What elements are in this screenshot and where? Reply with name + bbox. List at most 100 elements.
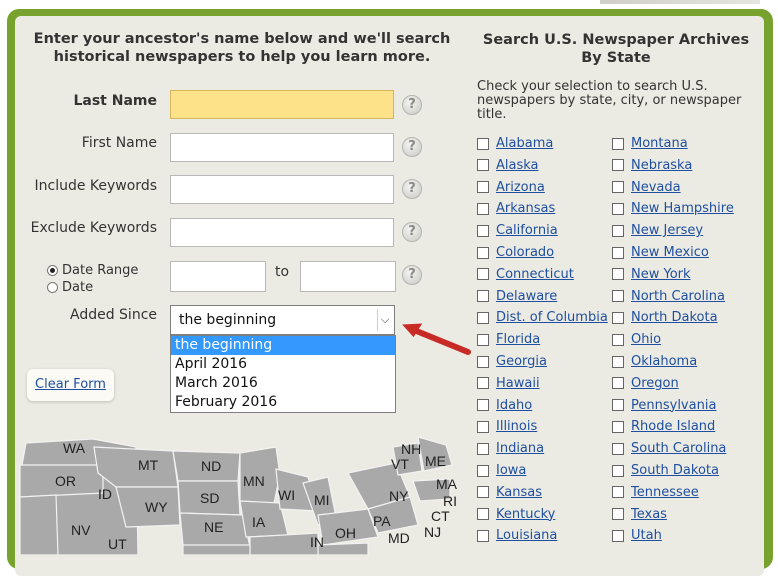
state-option[interactable]: Louisiana [477,528,557,543]
state-checkbox[interactable] [477,246,489,259]
state-checkbox[interactable] [477,464,489,477]
chevron-down-icon[interactable]: ⌵ [377,309,392,331]
state-option[interactable]: Rhode Island [612,419,715,434]
state-option[interactable]: Georgia [477,354,547,369]
state-checkbox[interactable] [612,137,624,150]
state-checkbox[interactable] [477,290,489,303]
state-option[interactable]: Pennsylvania [612,398,716,413]
date-range-radio[interactable] [47,265,58,276]
state-option[interactable]: Nebraska [612,158,692,173]
state-checkbox[interactable] [477,181,489,194]
state-link[interactable]: New York [631,267,691,282]
state-option[interactable]: Montana [612,136,688,151]
date-help-icon[interactable]: ? [402,265,422,285]
date-radio[interactable] [47,282,58,293]
state-option[interactable]: Arkansas [477,201,555,216]
state-checkbox[interactable] [612,202,624,215]
state-checkbox[interactable] [477,268,489,281]
state-link[interactable]: Alaska [496,158,539,173]
state-checkbox[interactable] [612,224,624,237]
state-link[interactable]: South Carolina [631,441,726,456]
exclude-keywords-help-icon[interactable]: ? [402,222,422,242]
date-range-option[interactable]: Date Range [47,263,138,278]
state-link[interactable]: Colorado [496,245,554,260]
state-option[interactable]: Texas [612,507,667,522]
state-option[interactable]: Oregon [612,376,679,391]
state-option[interactable]: Dist. of Columbia [477,310,608,325]
state-option[interactable]: North Dakota [612,310,718,325]
state-option[interactable]: Indiana [477,441,544,456]
state-link[interactable]: Connecticut [496,267,574,282]
date-from-input[interactable] [170,261,266,292]
state-link[interactable]: Iowa [496,463,526,478]
state-checkbox[interactable] [612,399,624,412]
state-link[interactable]: Illinois [496,419,537,434]
state-checkbox[interactable] [612,290,624,303]
state-link[interactable]: New Jersey [631,223,703,238]
state-checkbox[interactable] [612,464,624,477]
state-option[interactable]: Connecticut [477,267,574,282]
state-link[interactable]: California [496,223,558,238]
state-option[interactable]: North Carolina [612,289,725,304]
date-option[interactable]: Date [47,280,93,295]
last-name-help-icon[interactable]: ? [402,95,422,115]
added-since-dropdown[interactable]: the beginning April 2016 March 2016 Febr… [170,335,396,413]
state-link[interactable]: South Dakota [631,463,719,478]
state-link[interactable]: Idaho [496,398,532,413]
state-checkbox[interactable] [612,508,624,521]
state-checkbox[interactable] [477,159,489,172]
state-link[interactable]: North Carolina [631,289,725,304]
state-link[interactable]: Nebraska [631,158,692,173]
state-link[interactable]: Oregon [631,376,679,391]
state-checkbox[interactable] [612,420,624,433]
state-option[interactable]: South Dakota [612,463,719,478]
state-link[interactable]: New Mexico [631,245,709,260]
state-option[interactable]: Nevada [612,180,681,195]
state-link[interactable]: Dist. of Columbia [496,310,608,325]
state-checkbox[interactable] [612,268,624,281]
state-link[interactable]: Utah [631,528,662,543]
dropdown-option[interactable]: April 2016 [171,355,395,374]
state-checkbox[interactable] [612,311,624,324]
state-link[interactable]: Montana [631,136,688,151]
state-link[interactable]: Texas [631,507,667,522]
last-name-input[interactable] [170,90,394,119]
state-option[interactable]: Oklahoma [612,354,697,369]
state-link[interactable]: Arizona [496,180,545,195]
state-checkbox[interactable] [477,442,489,455]
state-option[interactable]: Alabama [477,136,553,151]
exclude-keywords-input[interactable] [170,218,394,247]
dropdown-option[interactable]: the beginning [171,336,395,355]
state-checkbox[interactable] [477,355,489,368]
state-link[interactable]: Ohio [631,332,661,347]
state-link[interactable]: New Hampshire [631,201,734,216]
first-name-help-icon[interactable]: ? [402,137,422,157]
state-option[interactable]: Colorado [477,245,554,260]
state-option[interactable]: New Jersey [612,223,703,238]
state-option[interactable]: Arizona [477,180,545,195]
state-option[interactable]: Idaho [477,398,532,413]
state-option[interactable]: New Hampshire [612,201,734,216]
date-to-input[interactable] [300,261,396,292]
clear-form-button[interactable]: Clear Form [27,369,114,401]
state-checkbox[interactable] [477,137,489,150]
state-checkbox[interactable] [477,202,489,215]
state-checkbox[interactable] [477,333,489,346]
state-link[interactable]: Arkansas [496,201,555,216]
state-option[interactable]: Alaska [477,158,539,173]
state-link[interactable]: North Dakota [631,310,718,325]
dropdown-option[interactable]: March 2016 [171,374,395,393]
dropdown-option[interactable]: February 2016 [171,393,395,412]
state-checkbox[interactable] [612,442,624,455]
state-option[interactable]: Ohio [612,332,661,347]
state-checkbox[interactable] [612,246,624,259]
state-option[interactable]: Kansas [477,485,542,500]
state-link[interactable]: Pennsylvania [631,398,716,413]
include-keywords-input[interactable] [170,175,394,204]
state-link[interactable]: Delaware [496,289,557,304]
state-option[interactable]: New Mexico [612,245,709,260]
state-checkbox[interactable] [612,529,624,542]
us-state-map[interactable]: WA MT ND MN NH VT ME OR ID SD WI MI NY M… [18,425,458,555]
state-link[interactable]: Kentucky [496,507,555,522]
state-link[interactable]: Rhode Island [631,419,715,434]
